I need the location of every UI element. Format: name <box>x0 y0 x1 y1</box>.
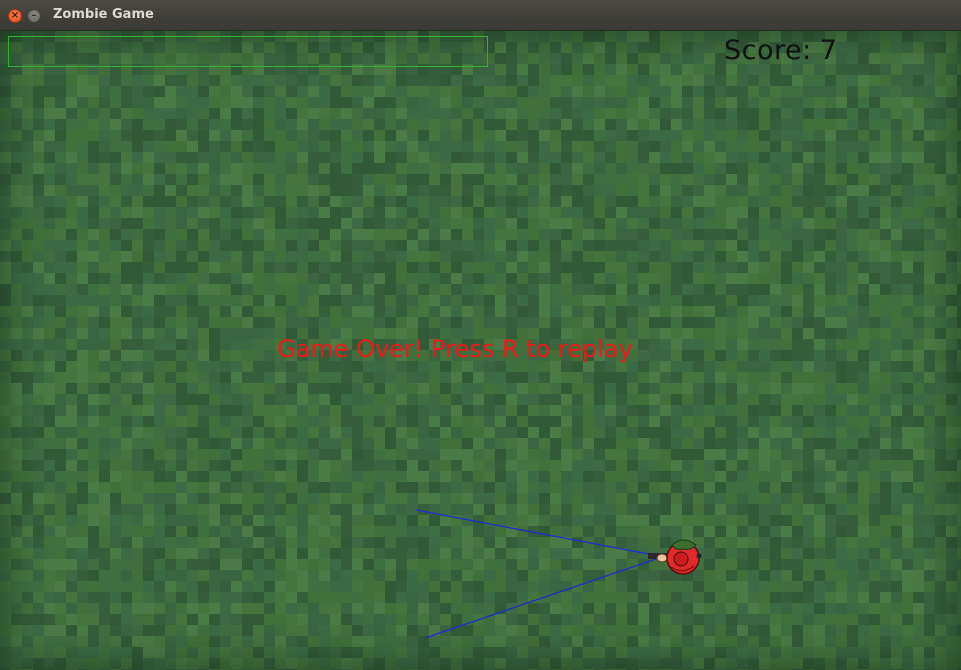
window-title: Zombie Game <box>53 7 154 22</box>
close-icon: × <box>10 10 20 21</box>
game-canvas[interactable]: Score: 7 Game Over! Press R to replay <box>0 31 961 670</box>
player-hand <box>656 553 668 563</box>
player-character <box>648 539 702 575</box>
player-head <box>673 551 689 567</box>
title-bar: × – Zombie Game <box>0 0 961 31</box>
minimize-icon: – <box>31 10 37 21</box>
player-hair <box>671 539 697 550</box>
app-window: × – Zombie Game Score: 7 Game Over! Press… <box>0 0 961 670</box>
minimize-window-button[interactable]: – <box>27 9 41 23</box>
player-ear <box>696 553 702 559</box>
close-window-button[interactable]: × <box>8 9 22 23</box>
aim-line-upper <box>415 509 660 557</box>
aim-line-lower <box>424 557 660 639</box>
game-scene <box>415 509 702 639</box>
